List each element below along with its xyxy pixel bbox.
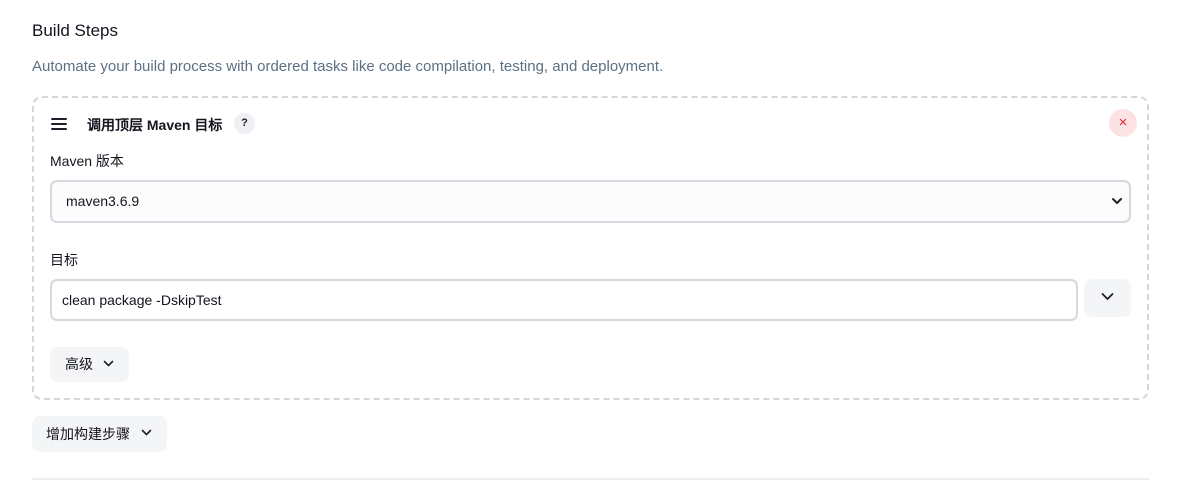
step-title: 调用顶层 Maven 目标	[87, 117, 223, 133]
chevron-down-icon	[1101, 293, 1114, 300]
add-build-step-button[interactable]: 增加构建步骤	[32, 416, 167, 452]
add-build-step-label: 增加构建步骤	[46, 426, 130, 442]
expand-goals-button[interactable]	[1084, 279, 1131, 317]
close-step-button[interactable]: ×	[1109, 109, 1137, 137]
goals-input[interactable]: clean package -DskipTest	[50, 279, 1078, 321]
advanced-button[interactable]: 高级	[50, 347, 129, 382]
advanced-label: 高级	[65, 356, 93, 372]
section-title: Build Steps	[32, 21, 118, 40]
maven-version-select[interactable]: maven3.6.9	[50, 180, 1131, 223]
maven-version-label: Maven 版本	[50, 153, 124, 169]
help-icon[interactable]: ?	[234, 113, 255, 134]
chevron-down-icon	[1112, 198, 1122, 204]
section-divider	[32, 478, 1149, 480]
chevron-down-icon	[141, 429, 152, 436]
build-step-card: 调用顶层 Maven 目标 ? × Maven 版本 maven3.6.9 目标…	[32, 96, 1149, 400]
maven-version-value: maven3.6.9	[66, 193, 140, 209]
section-description: Automate your build process with ordered…	[32, 58, 664, 75]
drag-handle-icon[interactable]	[51, 118, 67, 130]
chevron-down-icon	[103, 360, 114, 367]
goals-label: 目标	[50, 252, 78, 268]
